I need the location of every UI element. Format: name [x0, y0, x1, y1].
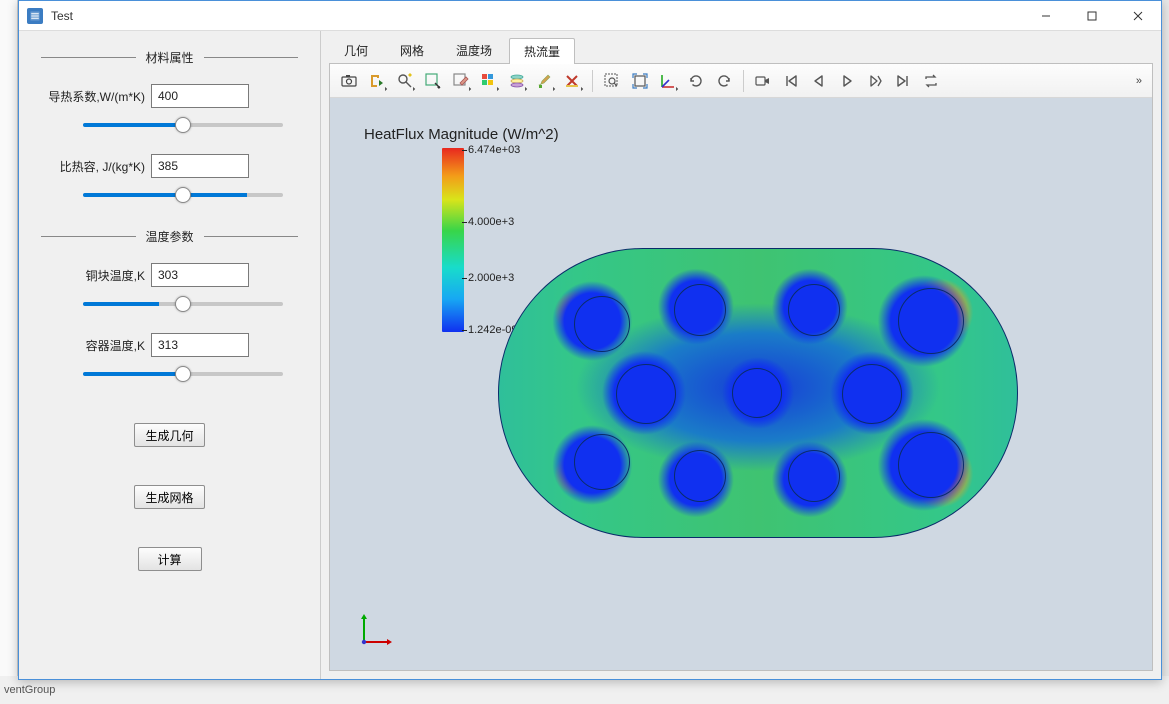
vessel-temp-slider[interactable] — [83, 372, 283, 376]
viewer-toolbar: » — [330, 64, 1152, 98]
minimize-button[interactable] — [1023, 1, 1069, 31]
background-window-strip — [0, 0, 18, 704]
loop-icon[interactable] — [918, 68, 944, 94]
maximize-button[interactable] — [1069, 1, 1115, 31]
find-data-icon[interactable] — [392, 68, 418, 94]
sidebar-panel: 材料属性 导热系数,W/(m*K) 比热容, J/(kg*K) 温度参数 铜块温… — [19, 31, 321, 679]
group-header-temperature: 温度参数 — [41, 228, 298, 245]
toolbar-overflow-icon[interactable]: » — [1136, 75, 1146, 87]
axes-icon[interactable] — [655, 68, 681, 94]
orientation-axes-icon — [358, 608, 398, 648]
close-button[interactable] — [1115, 1, 1161, 31]
tab-mesh[interactable]: 网格 — [385, 37, 439, 63]
render-canvas[interactable]: HeatFlux Magnitude (W/m^2) 6.474e+03 4.0… — [330, 98, 1152, 670]
camera-icon[interactable] — [336, 68, 362, 94]
record-icon[interactable] — [750, 68, 776, 94]
main-panel: 几何 网格 温度场 热流量 — [321, 31, 1161, 679]
window-title: Test — [51, 9, 73, 23]
toolbar-separator — [743, 70, 744, 92]
delete-icon[interactable] — [560, 68, 586, 94]
group-header-material: 材料属性 — [41, 49, 298, 66]
edit-color-icon[interactable] — [448, 68, 474, 94]
box-select-icon[interactable] — [420, 68, 446, 94]
next-frame-icon[interactable] — [862, 68, 888, 94]
generate-mesh-button[interactable]: 生成网格 — [134, 485, 204, 509]
legend-bar — [442, 148, 464, 332]
legend-max: 6.474e+03 — [468, 144, 520, 156]
vessel-temp-input[interactable] — [151, 333, 249, 357]
layers-icon[interactable] — [504, 68, 530, 94]
specific-heat-label: 比热容, J/(kg*K) — [41, 158, 151, 175]
copper-temp-label: 铜块温度,K — [41, 267, 151, 284]
color-legend: 6.474e+03 4.000e+3 2.000e+3 1.242e-09 — [442, 148, 464, 332]
simulation-geometry — [498, 248, 1018, 538]
copper-temp-slider[interactable] — [83, 302, 283, 306]
app-window: Test 材料属性 导热系数,W/(m*K) 比热容, J/(kg*K) 温度 — [18, 0, 1162, 680]
tab-heatflux[interactable]: 热流量 — [509, 38, 575, 64]
rotate-cw-icon[interactable] — [711, 68, 737, 94]
tab-bar: 几何 网格 温度场 热流量 — [321, 31, 1161, 63]
marquee-zoom-icon[interactable] — [599, 68, 625, 94]
background-footer: ventGroup — [0, 676, 1169, 704]
vessel-temp-label: 容器温度,K — [41, 337, 151, 354]
brush-icon[interactable] — [532, 68, 558, 94]
calculate-button[interactable]: 计算 — [138, 547, 202, 571]
thermal-conductivity-input[interactable] — [151, 84, 249, 108]
fit-view-icon[interactable] — [627, 68, 653, 94]
plot-title: HeatFlux Magnitude (W/m^2) — [364, 126, 559, 143]
view-panel: » HeatFlux Magnitude (W/m^2) 6.474e+03 4… — [329, 63, 1153, 671]
copper-temp-input[interactable] — [151, 263, 249, 287]
toolbar-separator — [592, 70, 593, 92]
title-bar[interactable]: Test — [19, 1, 1161, 31]
generate-geometry-button[interactable]: 生成几何 — [134, 423, 204, 447]
legend-mid1: 4.000e+3 — [468, 216, 514, 228]
specific-heat-slider[interactable] — [83, 193, 283, 197]
rotate-ccw-icon[interactable] — [683, 68, 709, 94]
tab-temperature[interactable]: 温度场 — [441, 37, 507, 63]
prev-frame-icon[interactable] — [806, 68, 832, 94]
specific-heat-input[interactable] — [151, 154, 249, 178]
grid-icon[interactable] — [476, 68, 502, 94]
thermal-conductivity-label: 导热系数,W/(m*K) — [41, 88, 151, 105]
play-icon[interactable] — [834, 68, 860, 94]
last-frame-icon[interactable] — [890, 68, 916, 94]
export-icon[interactable] — [364, 68, 390, 94]
thermal-conductivity-slider[interactable] — [83, 123, 283, 127]
app-icon — [27, 8, 43, 24]
first-frame-icon[interactable] — [778, 68, 804, 94]
tab-geometry[interactable]: 几何 — [329, 37, 383, 63]
